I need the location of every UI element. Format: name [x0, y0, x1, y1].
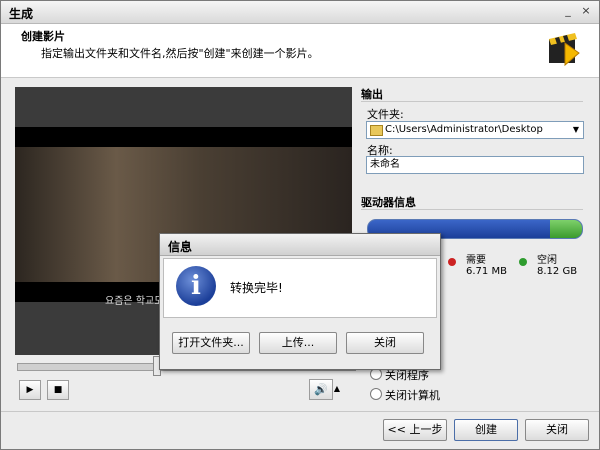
dialog-close-button[interactable]: 关闭 [346, 332, 424, 354]
create-button[interactable]: 创建 [454, 419, 518, 441]
play-button[interactable]: ▶ [19, 380, 41, 400]
stop-icon: ■ [53, 385, 63, 395]
needed-label: 需要 [466, 255, 486, 266]
shutdown-computer-radio[interactable] [370, 388, 382, 400]
stop-button[interactable]: ■ [47, 380, 69, 400]
open-folder-button[interactable]: 打开文件夹... [172, 332, 250, 354]
folder-label: 文件夹: [367, 108, 404, 121]
close-window-button[interactable]: × [579, 4, 593, 18]
chevron-down-icon: ▼ [572, 125, 579, 134]
dialog-message: 转换完毕! [230, 281, 283, 295]
volume-button[interactable]: 🔊 [309, 379, 333, 400]
name-input[interactable]: 未命名 [366, 156, 584, 174]
needed-indicator-icon [448, 258, 456, 266]
shutdown-computer-label[interactable]: 关闭计算机 [385, 387, 440, 403]
page-title: 创建影片 [21, 30, 65, 43]
free-label: 空闲 [537, 255, 557, 266]
free-indicator-icon [519, 258, 527, 266]
divider [361, 101, 583, 102]
dialog-title: 信息 [168, 240, 193, 254]
free-value: 8.12 GB [537, 266, 578, 277]
page-subtitle: 指定输出文件夹和文件名,然后按"创建"来创建一个影片。 [41, 47, 319, 60]
title-bar: 生成 _ × [1, 1, 599, 24]
info-dialog: 信息 i 转换完毕! 打开文件夹... 上传... 关闭 [159, 233, 441, 370]
folder-dropdown[interactable]: C:\Users\Administrator\Desktop ▼ [366, 121, 584, 139]
drive-free-segment [549, 220, 582, 238]
divider [361, 209, 583, 210]
dialog-title-bar: 信息 [160, 234, 440, 256]
play-icon: ▶ [26, 385, 34, 395]
upload-button[interactable]: 上传... [259, 332, 337, 354]
needed-value: 6.71 MB [466, 266, 507, 277]
minimize-button[interactable]: _ [561, 4, 575, 18]
movie-clapper-logo [549, 33, 580, 67]
output-section-title: 输出 [361, 88, 383, 101]
name-value: 未命名 [370, 159, 400, 170]
close-button[interactable]: 关闭 [525, 419, 589, 441]
folder-icon [370, 125, 383, 136]
dialog-body: i 转换完毕! [163, 258, 437, 318]
info-icon: i [176, 266, 216, 306]
window-title: 生成 [9, 7, 34, 21]
video-subtitle: 요즘은 학교도 [105, 296, 164, 307]
create-movie-window: 生成 _ × 创建影片 指定输出文件夹和文件名,然后按"创建"来创建一个影片。 … [0, 0, 600, 450]
speaker-icon: 🔊 [314, 383, 328, 396]
volume-menu-arrow[interactable]: ▲ [332, 379, 342, 398]
wizard-header: 创建影片 指定输出文件夹和文件名,然后按"创建"来创建一个影片。 [1, 24, 599, 78]
footer-divider [1, 411, 599, 412]
folder-path: C:\Users\Administrator\Desktop [385, 124, 543, 135]
drive-section-title: 驱动器信息 [361, 196, 416, 209]
back-button[interactable]: << 上一步 [383, 419, 447, 441]
